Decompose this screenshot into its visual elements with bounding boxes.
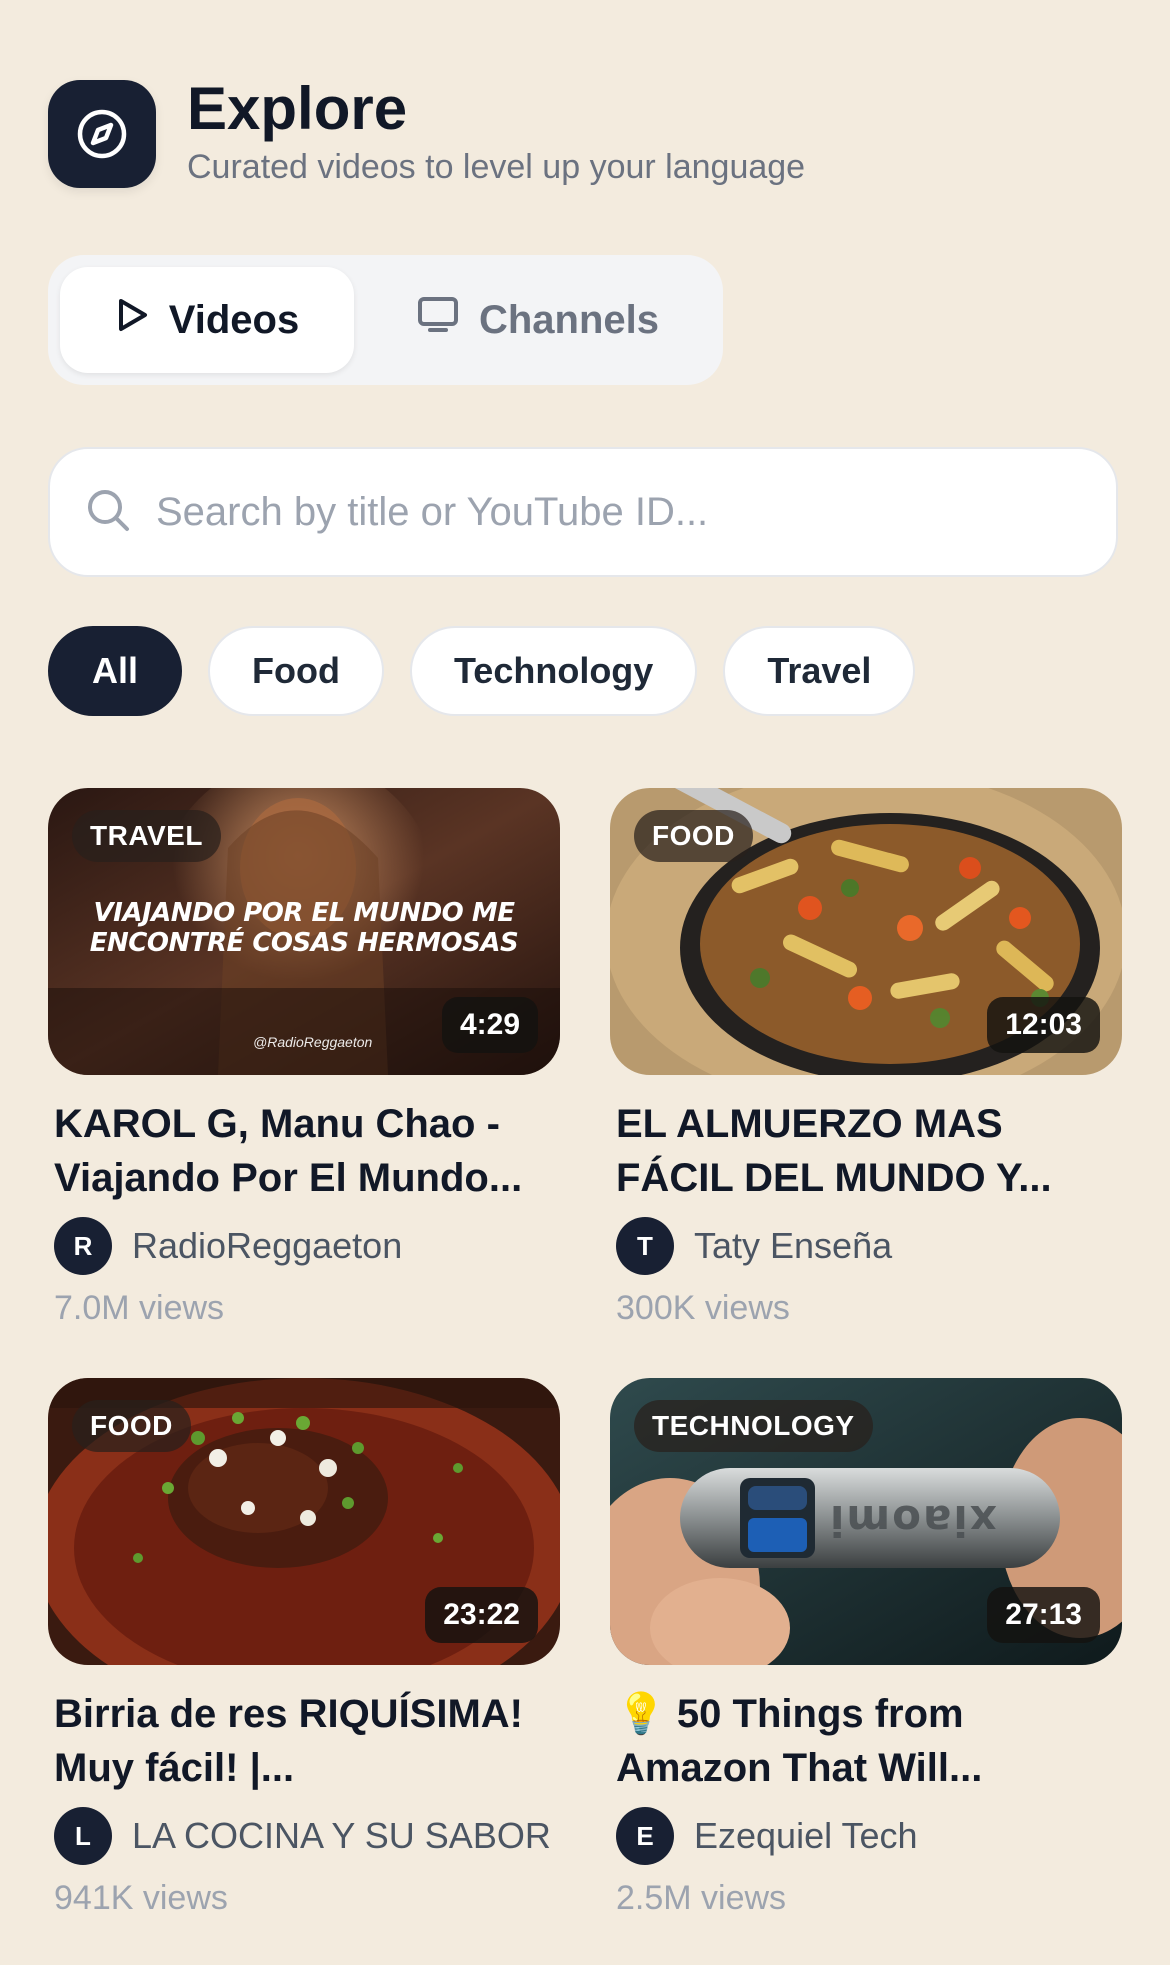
duration-badge: 27:13 [987,1587,1100,1643]
monitor-icon [417,296,459,344]
video-card[interactable]: FOOD 23:22 Birria de res RIQUÍSIMA! Muy … [48,1378,560,1918]
duration-badge: 12:03 [987,997,1100,1053]
video-title[interactable]: EL ALMUERZO MAS FÁCIL DEL MUNDO Y... [610,1097,1116,1205]
category-badge: FOOD [634,810,753,862]
video-card[interactable]: VIAJANDO POR EL MUNDO ME ENCONTRÉ COSAS … [48,788,560,1328]
avatar: E [616,1807,674,1865]
tab-channels-label: Channels [478,297,660,342]
tab-videos-label: Videos [168,297,300,342]
category-badge: TRAVEL [72,810,221,862]
channel-name: LA COCINA Y SU SABOR [132,1815,551,1856]
channel-row[interactable]: L LA COCINA Y SU SABOR [48,1807,560,1865]
channel-name: RadioReggaeton [132,1225,403,1266]
video-card[interactable]: xiaomi TECHNOLOGY 27:13 💡 50 Things from… [610,1378,1122,1918]
channel-row[interactable]: R RadioReggaeton [48,1217,560,1275]
thumbnail-logo: xiaomi [828,1496,997,1545]
category-filters: All Food Technology Travel [48,626,916,716]
category-badge: TECHNOLOGY [634,1400,873,1452]
view-tabs: Videos Channels [48,255,723,385]
thumbnail-watermark: @RadioReggaeton [253,1034,373,1050]
duration-badge: 4:29 [441,997,538,1053]
video-title[interactable]: KAROL G, Manu Chao - Viajando Por El Mun… [48,1097,554,1205]
category-badge: FOOD [72,1400,191,1452]
channel-row[interactable]: E Ezequiel Tech [610,1807,1122,1865]
avatar: T [616,1217,674,1275]
filter-chip-all[interactable]: All [48,626,183,716]
search-input[interactable] [154,488,1058,536]
view-count: 300K views [616,1289,790,1327]
tab-videos[interactable]: Videos [60,267,354,373]
channel-row[interactable]: T Taty Enseña [610,1217,1122,1275]
search-icon [86,488,130,537]
view-count: 2.5M views [616,1879,787,1917]
video-title[interactable]: Birria de res RIQUÍSIMA! Muy fácil! |... [48,1687,554,1795]
avatar: L [54,1807,112,1865]
tab-channels[interactable]: Channels [378,267,698,373]
video-grid: VIAJANDO POR EL MUNDO ME ENCONTRÉ COSAS … [48,788,1122,1918]
view-count: 941K views [54,1879,228,1917]
channel-name: Ezequiel Tech [694,1815,918,1856]
play-icon [115,297,149,343]
thumbnail-caption: VIAJANDO POR EL MUNDO ME ENCONTRÉ COSAS … [89,898,519,958]
channel-name: Taty Enseña [694,1225,893,1266]
page-subtitle: Curated videos to level up your language [187,148,806,186]
video-thumbnail[interactable]: FOOD 12:03 [610,788,1122,1075]
duration-badge: 23:22 [425,1587,538,1643]
video-card[interactable]: FOOD 12:03 EL ALMUERZO MAS FÁCIL DEL MUN… [610,788,1122,1328]
filter-chip-technology[interactable]: Technology [409,626,698,716]
video-thumbnail[interactable]: VIAJANDO POR EL MUNDO ME ENCONTRÉ COSAS … [48,788,560,1075]
video-title[interactable]: 💡 50 Things from Amazon That Will... [610,1687,1116,1795]
filter-chip-food[interactable]: Food [208,626,384,716]
filter-chip-travel[interactable]: Travel [723,626,916,716]
video-thumbnail[interactable]: xiaomi TECHNOLOGY 27:13 [610,1378,1122,1665]
page-header: Explore Curated videos to level up your … [48,75,806,188]
compass-icon [48,80,156,188]
view-count: 7.0M views [54,1289,225,1327]
page-title: Explore [187,75,408,142]
video-thumbnail[interactable]: FOOD 23:22 [48,1378,560,1665]
search-bar [48,447,1118,577]
avatar: R [54,1217,112,1275]
